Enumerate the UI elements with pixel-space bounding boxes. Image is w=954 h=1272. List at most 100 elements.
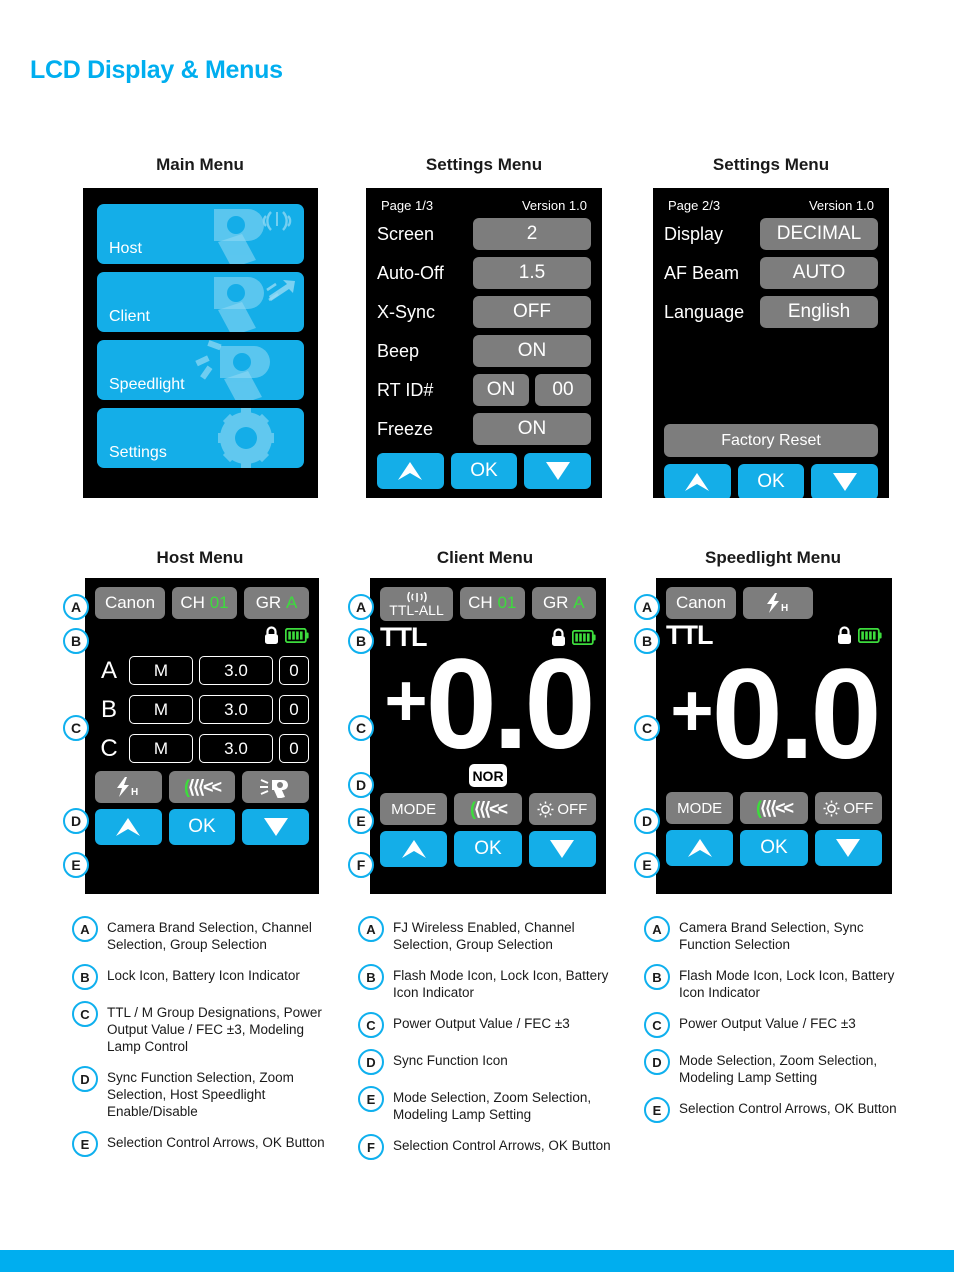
- mode-selection-button[interactable]: MODE: [380, 793, 448, 825]
- host-top-row: Canon CH 01 GR A: [95, 587, 309, 619]
- camera-brand-chip[interactable]: Canon: [666, 587, 736, 619]
- group-row-b: B M 3.0 0: [95, 693, 309, 726]
- setting-value-id[interactable]: 00: [535, 374, 591, 406]
- group-zoom-cell[interactable]: 0: [279, 734, 309, 763]
- up-arrow-button[interactable]: [666, 830, 734, 866]
- channel-chip[interactable]: CH 01: [460, 587, 525, 619]
- setting-row-x-sync[interactable]: X-Sync OFF: [377, 295, 591, 329]
- main-menu-label: Host: [109, 240, 142, 257]
- main-menu-screen: Host Client Speedlight Settings: [83, 188, 318, 498]
- group-mode-cell[interactable]: M: [129, 656, 193, 685]
- down-arrow-button[interactable]: [524, 453, 592, 489]
- battery-full-icon: [285, 627, 309, 643]
- group-zoom-cell[interactable]: 0: [279, 656, 309, 685]
- legend-key: B: [644, 964, 670, 990]
- group-name: C: [100, 734, 118, 762]
- main-menu-item-host[interactable]: Host: [97, 204, 304, 264]
- speedlight-top-row: Canon H: [666, 587, 882, 619]
- zoom-selection-button[interactable]: (⟨⟨⟨<<: [168, 771, 236, 803]
- ok-button[interactable]: OK: [454, 831, 522, 867]
- camera-brand-chip[interactable]: Canon: [95, 587, 165, 619]
- up-arrow-button[interactable]: [377, 453, 444, 489]
- wireless-mode-chip[interactable]: TTL-ALL: [380, 587, 453, 621]
- factory-reset-button[interactable]: Factory Reset: [664, 424, 878, 457]
- up-arrow-button[interactable]: [380, 831, 448, 867]
- nav-bar: OK: [664, 464, 879, 498]
- group-name: A: [100, 656, 117, 684]
- main-menu-item-speedlight[interactable]: Speedlight: [97, 340, 304, 400]
- setting-value[interactable]: English: [760, 296, 878, 328]
- down-arrow-button[interactable]: [242, 809, 310, 845]
- group-chip[interactable]: GR A: [244, 587, 309, 619]
- setting-label: Screen: [377, 223, 435, 244]
- setting-value-toggle[interactable]: ON: [473, 374, 529, 406]
- legend-key: E: [644, 1097, 670, 1123]
- power-output-value[interactable]: + 0.0: [666, 644, 882, 786]
- main-menu-item-client[interactable]: Client: [97, 272, 304, 332]
- down-arrow-button[interactable]: [814, 830, 882, 866]
- setting-row-af-beam[interactable]: AF Beam AUTO: [664, 256, 878, 290]
- group-mode-cell[interactable]: M: [129, 734, 193, 763]
- up-arrow-button[interactable]: [664, 464, 731, 498]
- setting-value[interactable]: ON: [473, 335, 591, 367]
- ok-button[interactable]: OK: [737, 464, 805, 498]
- legend-item: F Selection Control Arrows, OK Button: [358, 1134, 623, 1160]
- setting-value[interactable]: ON: [473, 413, 591, 445]
- legend-text: Sync Function Icon: [393, 1053, 508, 1068]
- speedlight-legend: A Camera Brand Selection, Sync Function …: [644, 916, 909, 1134]
- ok-button[interactable]: OK: [450, 453, 518, 489]
- legend-text: FJ Wireless Enabled, Channel Selection, …: [393, 920, 575, 952]
- setting-row-beep[interactable]: Beep ON: [377, 334, 591, 368]
- host-action-row: H (⟨⟨⟨<<: [95, 771, 310, 803]
- group-chip[interactable]: GR A: [531, 587, 596, 619]
- setting-value[interactable]: DECIMAL: [760, 218, 878, 250]
- zoom-selection-button[interactable]: (⟨⟨⟨<<: [454, 793, 522, 825]
- legend-item: E Mode Selection, Zoom Selection, Modeli…: [358, 1086, 623, 1123]
- setting-row-freeze[interactable]: Freeze ON: [377, 412, 591, 446]
- setting-row-auto-off[interactable]: Auto-Off 1.5: [377, 256, 591, 290]
- host-speedlight-toggle[interactable]: [242, 771, 310, 803]
- down-arrow-button[interactable]: [811, 464, 879, 498]
- up-arrow-button[interactable]: [95, 809, 162, 845]
- main-menu-label: Settings: [109, 444, 167, 461]
- setting-row-rt-id[interactable]: RT ID# ON 00: [377, 373, 591, 407]
- setting-row-screen[interactable]: Screen 2: [377, 217, 591, 251]
- down-arrow-button[interactable]: [528, 831, 596, 867]
- modeling-lamp-button[interactable]: OFF: [528, 793, 596, 825]
- fec-value: 0.0: [425, 633, 596, 776]
- group-power-cell[interactable]: 3.0: [199, 656, 273, 685]
- legend-key: A: [358, 916, 384, 942]
- zoom-selection-button[interactable]: (⟨⟨⟨<<: [740, 792, 808, 824]
- sync-function-chip[interactable]: H: [743, 587, 813, 619]
- setting-row-language[interactable]: Language English: [664, 295, 878, 329]
- legend-key: E: [72, 1131, 98, 1157]
- setting-row-display[interactable]: Display DECIMAL: [664, 217, 878, 251]
- group-power-cell[interactable]: 3.0: [199, 734, 273, 763]
- legend-key: A: [644, 916, 670, 942]
- group-mode-cell[interactable]: M: [129, 695, 193, 724]
- group-zoom-cell[interactable]: 0: [279, 695, 309, 724]
- setting-value[interactable]: 1.5: [473, 257, 591, 289]
- legend-key: B: [72, 964, 98, 990]
- power-output-value[interactable]: + 0.0: [380, 641, 596, 769]
- sync-function-button[interactable]: H: [95, 771, 162, 803]
- flash-fire-icon: [195, 340, 270, 400]
- setting-value[interactable]: AUTO: [760, 257, 878, 289]
- main-menu-item-settings[interactable]: Settings: [97, 408, 304, 468]
- ok-button[interactable]: OK: [168, 809, 236, 845]
- group-power-cell[interactable]: 3.0: [199, 695, 273, 724]
- setting-value[interactable]: 2: [473, 218, 591, 250]
- client-menu-heading: Client Menu: [436, 548, 534, 567]
- setting-value[interactable]: OFF: [473, 296, 591, 328]
- channel-chip[interactable]: CH 01: [172, 587, 237, 619]
- ok-button[interactable]: OK: [740, 830, 808, 866]
- legend-text: Flash Mode Icon, Lock Icon, Battery Icon…: [393, 968, 609, 1000]
- legend-item: C Power Output Value / FEC ±3: [644, 1012, 909, 1038]
- mode-selection-button[interactable]: MODE: [666, 792, 734, 824]
- lock-icon: [265, 625, 278, 644]
- modeling-lamp-button[interactable]: OFF: [814, 792, 882, 824]
- setting-value-pair: ON 00: [473, 374, 591, 406]
- modeling-lamp-state: OFF: [557, 800, 588, 818]
- speedlight-menu-screen: Canon H TTL + 0.0 MODE (⟨⟨⟨<< OFF OK: [656, 578, 892, 894]
